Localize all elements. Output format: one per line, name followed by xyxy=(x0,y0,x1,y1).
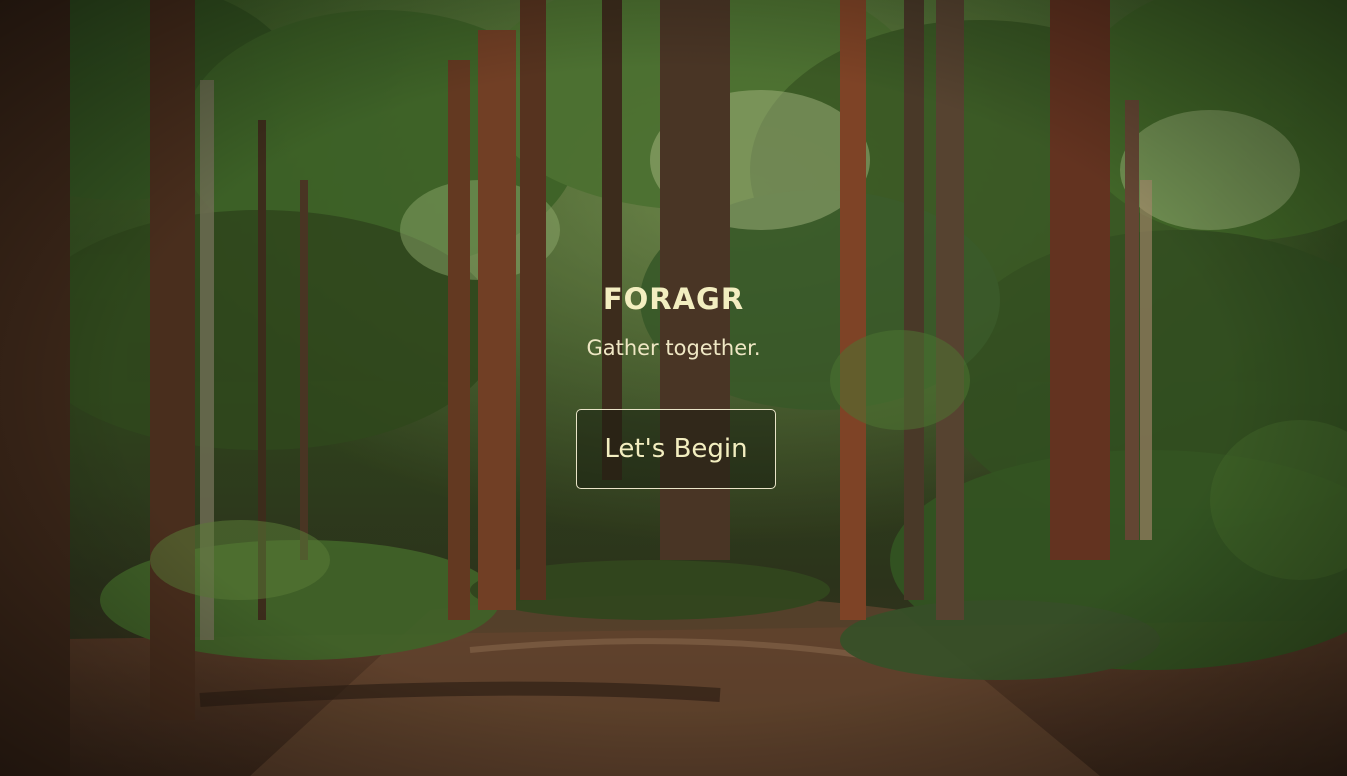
brand-title: FORAGR xyxy=(602,282,745,316)
lets-begin-button[interactable]: Let's Begin xyxy=(576,409,776,489)
hero-section: FORAGR Gather together. Let's Begin xyxy=(0,0,1347,776)
hero-content: FORAGR Gather together. Let's Begin xyxy=(0,0,1347,776)
brand-tagline: Gather together. xyxy=(586,336,761,360)
